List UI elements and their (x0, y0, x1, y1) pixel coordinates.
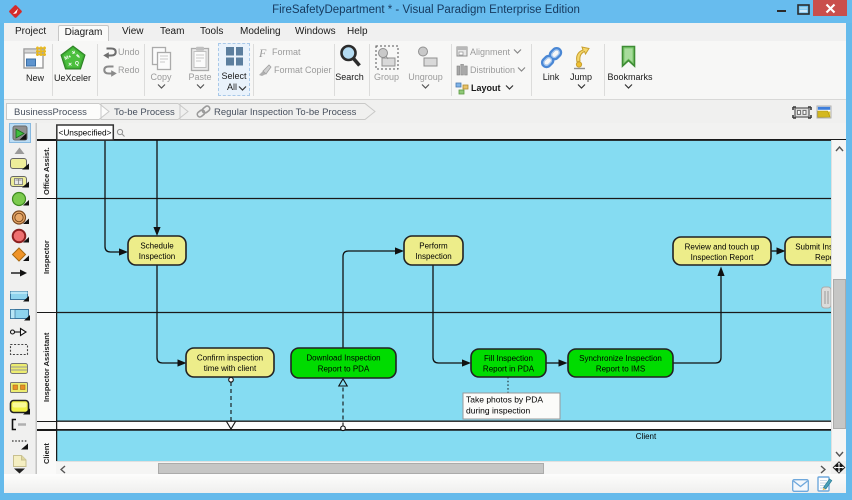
svg-text:Report: Report (815, 253, 831, 262)
svg-text:Client: Client (636, 432, 657, 441)
svg-text:during inspection: during inspection (466, 406, 531, 416)
svg-text:BusinessProcess: BusinessProcess (14, 107, 87, 118)
svg-text:Synchronize Inspection: Synchronize Inspection (579, 354, 662, 363)
svg-text:Inspection: Inspection (139, 252, 175, 261)
svg-text:✕: ✕ (68, 62, 72, 68)
svg-text:Submit Inspection: Submit Inspection (795, 243, 831, 252)
svg-text:Take photos by PDA: Take photos by PDA (466, 395, 543, 405)
svg-text:Perform: Perform (419, 242, 448, 251)
svg-text:Inspection Report: Inspection Report (691, 253, 754, 262)
svg-text:To-be Process: To-be Process (114, 107, 175, 118)
svg-text:Fill Inspection: Fill Inspection (484, 354, 533, 363)
svg-text:Inspection: Inspection (415, 252, 451, 261)
svg-text:Q: Q (75, 61, 79, 67)
svg-text:Regular Inspection To-be Proce: Regular Inspection To-be Process (214, 107, 357, 118)
svg-text:Report to PDA: Report to PDA (318, 365, 370, 374)
svg-text:Confirm inspection: Confirm inspection (197, 354, 263, 363)
svg-text:Review and touch up: Review and touch up (685, 243, 760, 252)
svg-text:<Unspecified>: <Unspecified> (58, 128, 111, 138)
svg-text:Report to IMS: Report to IMS (596, 365, 645, 374)
svg-text:Report in PDA: Report in PDA (483, 365, 535, 374)
svg-text:✎: ✎ (76, 54, 80, 60)
svg-text:time with client: time with client (204, 364, 257, 373)
svg-text:Schedule: Schedule (140, 242, 174, 251)
svg-text:Download Inspection: Download Inspection (306, 354, 380, 363)
